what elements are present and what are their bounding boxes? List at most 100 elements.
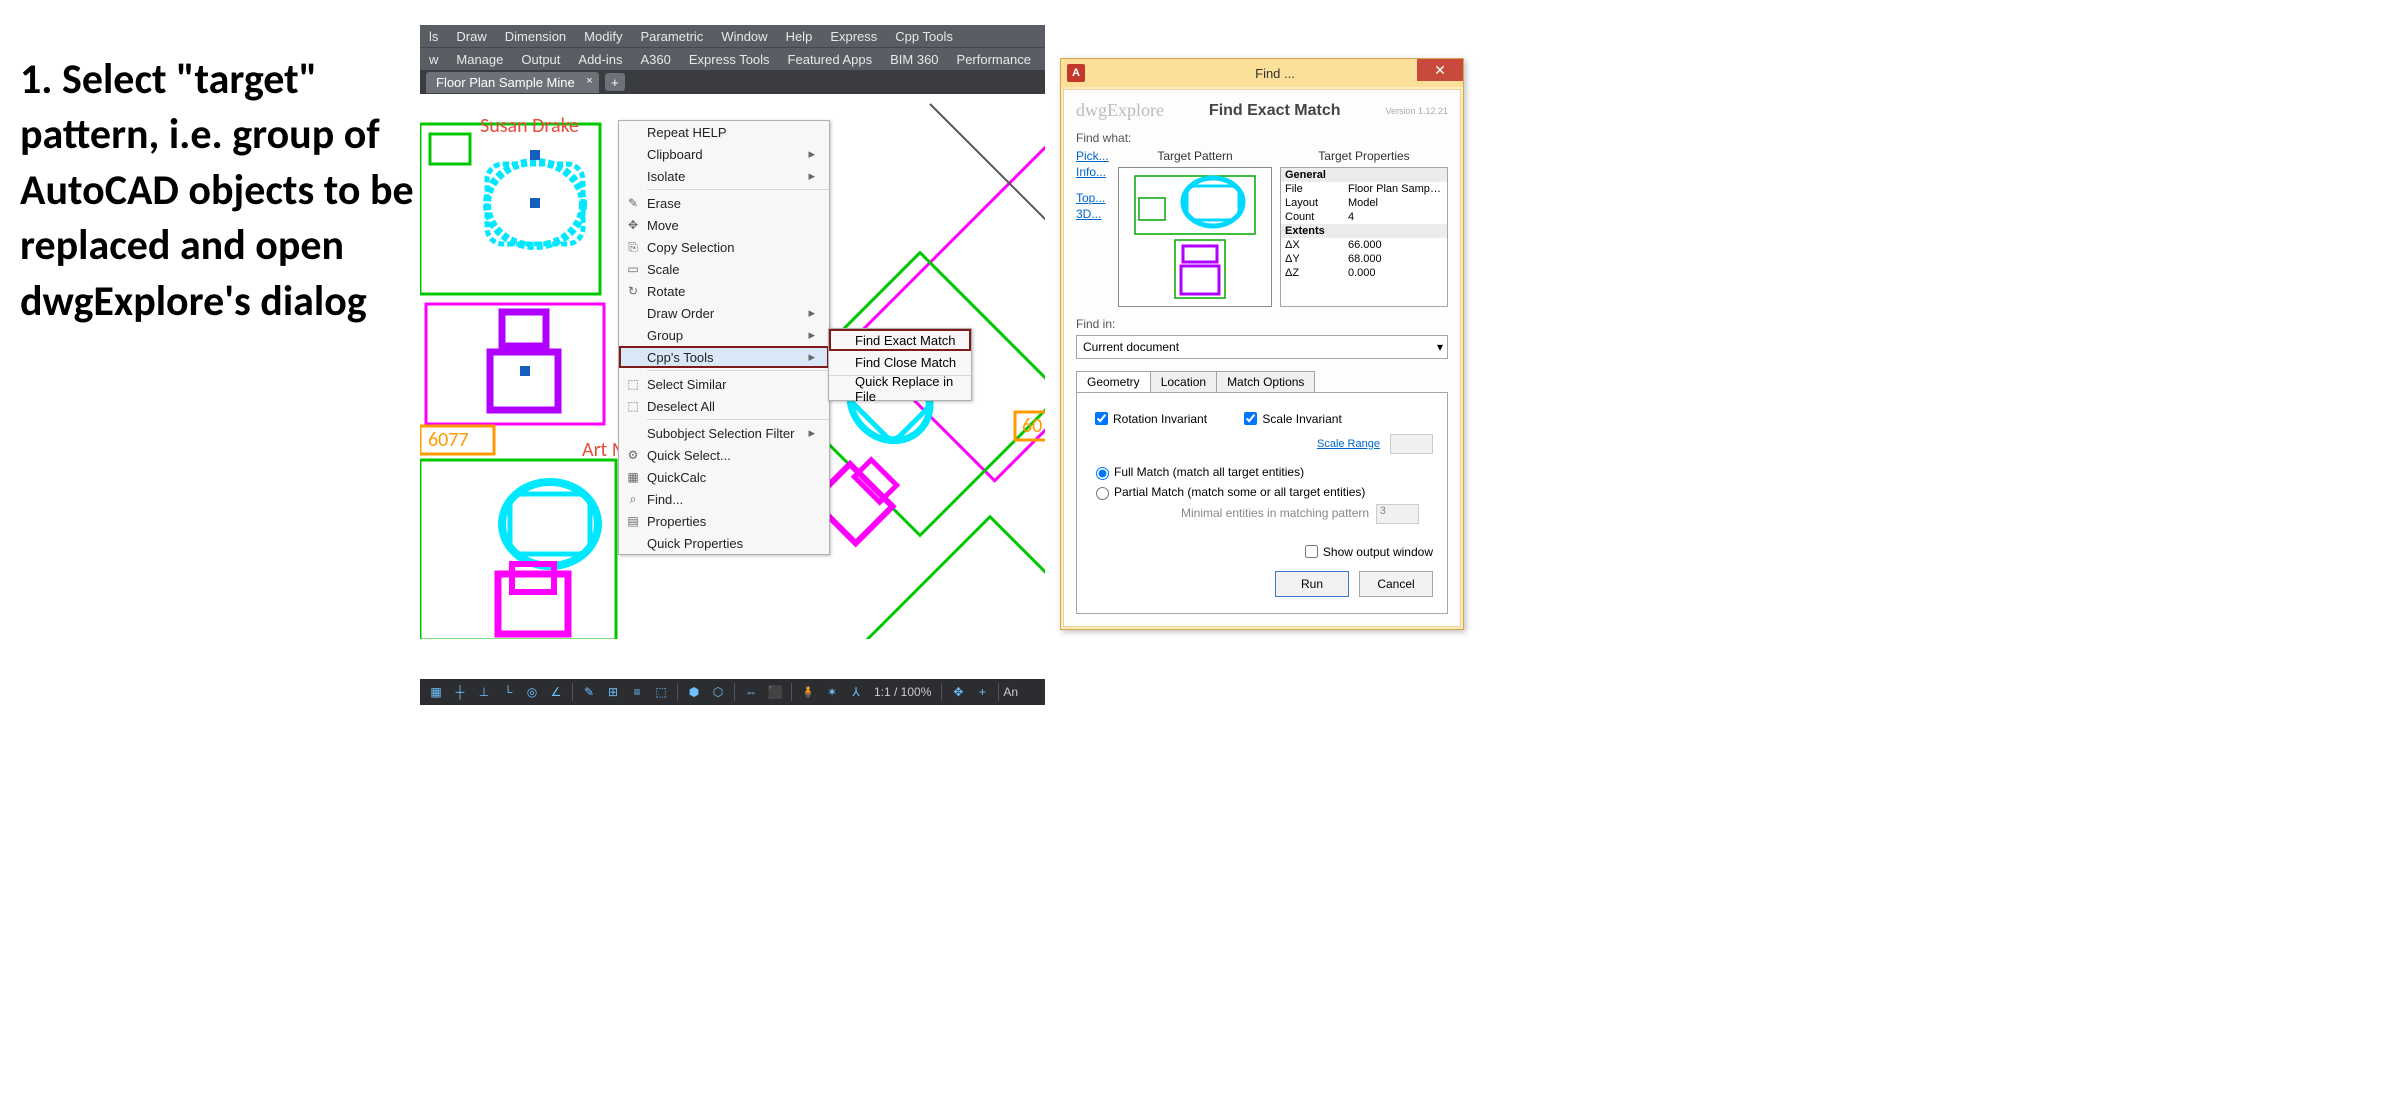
status-bar[interactable]: ▦ ┼ ⊥ └ ◎ ∠ ✎ ⊞ ≡ ⬚ ⬢ ⬡ ⇔ ⬛ 🧍 ✶ ⅄ 1:1 / … xyxy=(420,679,1045,705)
ribbon-tab[interactable]: BIM 360 xyxy=(881,52,947,67)
status-icon[interactable]: ▦ xyxy=(425,681,447,703)
ctx-isolate[interactable]: Isolate▸ xyxy=(619,165,829,187)
ctx-draw-order[interactable]: Draw Order▸ xyxy=(619,302,829,324)
close-button[interactable]: ✕ xyxy=(1417,59,1463,81)
status-icon[interactable]: ◎ xyxy=(521,681,543,703)
ctx-clipboard[interactable]: Clipboard▸ xyxy=(619,143,829,165)
checkbox[interactable] xyxy=(1305,545,1318,558)
ribbon-tab[interactable]: Add-ins xyxy=(569,52,631,67)
sub-find-close[interactable]: Find Close Match xyxy=(829,351,971,373)
ctx-repeat[interactable]: Repeat HELP xyxy=(619,121,829,143)
ctx-quickprops[interactable]: Quick Properties xyxy=(619,532,829,554)
ctx-group[interactable]: Group▸ xyxy=(619,324,829,346)
menu-item[interactable]: Parametric xyxy=(631,29,712,44)
menu-item[interactable]: Dimension xyxy=(496,29,575,44)
menu-item[interactable]: Draw xyxy=(447,29,495,44)
sub-find-exact[interactable]: Find Exact Match xyxy=(829,329,971,351)
ribbon-tab[interactable]: A360 xyxy=(631,52,679,67)
prop-key: File xyxy=(1281,182,1344,196)
ctx-find[interactable]: ⌕Find... xyxy=(619,488,829,510)
menu-item[interactable]: Express xyxy=(821,29,886,44)
status-icon[interactable]: ⬡ xyxy=(707,681,729,703)
context-submenu[interactable]: Find Exact Match Find Close Match Quick … xyxy=(828,328,972,401)
ribbon-tab[interactable]: Featured Apps xyxy=(779,52,882,67)
ctx-deselect[interactable]: ⬚Deselect All xyxy=(619,395,829,417)
close-icon[interactable]: × xyxy=(586,75,592,87)
min-entities-field[interactable]: 3 xyxy=(1376,504,1419,524)
pick-link[interactable]: Pick... xyxy=(1076,149,1110,163)
top-link[interactable]: Top... xyxy=(1076,191,1110,205)
scale-invariant-check[interactable]: Scale Invariant xyxy=(1240,409,1341,428)
status-icon[interactable]: └ xyxy=(497,681,519,703)
scale-range-field[interactable] xyxy=(1390,434,1433,454)
new-tab-button[interactable]: + xyxy=(605,73,625,91)
checkbox[interactable] xyxy=(1095,412,1108,425)
prop-section: Extents xyxy=(1281,224,1447,238)
scale-range-link[interactable]: Scale Range xyxy=(1317,438,1380,450)
status-icon[interactable]: ┼ xyxy=(449,681,471,703)
ctx-quickcalc[interactable]: ▦QuickCalc xyxy=(619,466,829,488)
tab-match-options[interactable]: Match Options xyxy=(1216,371,1315,392)
ribbon-tabs[interactable]: w Manage Output Add-ins A360 Express Too… xyxy=(420,48,1045,70)
menu-item[interactable]: ls xyxy=(420,29,447,44)
status-icon[interactable]: ✥ xyxy=(947,681,969,703)
full-match-radio[interactable]: Full Match (match all target entities) xyxy=(1091,464,1433,480)
ribbon-tab[interactable]: Performance xyxy=(948,52,1040,67)
ctx-subobject[interactable]: Subobject Selection Filter▸ xyxy=(619,422,829,444)
status-icon[interactable]: ⊞ xyxy=(602,681,624,703)
menu-item[interactable]: Window xyxy=(712,29,776,44)
menu-item[interactable]: Modify xyxy=(575,29,631,44)
find-in-combo[interactable]: Current document ▾ xyxy=(1076,335,1448,359)
ribbon-tab[interactable]: Output xyxy=(512,52,569,67)
ctx-quickselect[interactable]: ⚙Quick Select... xyxy=(619,444,829,466)
ctx-move[interactable]: ✥Move xyxy=(619,214,829,236)
status-icon[interactable]: ∠ xyxy=(545,681,567,703)
ribbon-tab[interactable]: w xyxy=(420,52,447,67)
rotation-invariant-check[interactable]: Rotation Invariant xyxy=(1091,409,1207,428)
ribbon-tab[interactable]: Cp xyxy=(1040,52,1045,67)
tab-geometry[interactable]: Geometry xyxy=(1076,371,1151,392)
partial-match-radio[interactable]: Partial Match (match some or all target … xyxy=(1091,484,1433,500)
show-output-check[interactable]: Show output window xyxy=(1301,542,1433,561)
status-icon[interactable]: 🧍 xyxy=(797,681,819,703)
menu-item[interactable]: Help xyxy=(777,29,822,44)
erase-icon: ✎ xyxy=(619,196,647,210)
ribbon-tab[interactable]: Manage xyxy=(447,52,512,67)
titlebar[interactable]: A Find ... ✕ xyxy=(1061,59,1463,87)
status-icon[interactable]: ⬚ xyxy=(650,681,672,703)
ctx-select-similar[interactable]: ⬚Select Similar xyxy=(619,373,829,395)
context-menu[interactable]: Repeat HELP Clipboard▸ Isolate▸ ✎Erase ✥… xyxy=(618,120,830,555)
status-icon[interactable]: ✶ xyxy=(821,681,843,703)
ctx-erase[interactable]: ✎Erase xyxy=(619,192,829,214)
menubar[interactable]: ls Draw Dimension Modify Parametric Wind… xyxy=(420,25,1045,48)
scale-icon: ▭ xyxy=(619,262,647,276)
ctx-copy[interactable]: ⎘Copy Selection xyxy=(619,236,829,258)
status-icon[interactable]: ⅄ xyxy=(845,681,867,703)
run-button[interactable]: Run xyxy=(1275,571,1349,597)
status-icon[interactable]: ⇔ xyxy=(740,681,762,703)
checkbox[interactable] xyxy=(1244,412,1257,425)
cancel-button[interactable]: Cancel xyxy=(1359,571,1433,597)
ctx-properties[interactable]: ▤Properties xyxy=(619,510,829,532)
status-icon[interactable]: ⊥ xyxy=(473,681,495,703)
file-tab[interactable]: Floor Plan Sample Mine × xyxy=(426,72,599,93)
tab-location[interactable]: Location xyxy=(1150,371,1217,392)
ctx-rotate[interactable]: ↻Rotate xyxy=(619,280,829,302)
ctx-cpptools[interactable]: Cpp's Tools▸ xyxy=(619,346,829,368)
ctx-scale[interactable]: ▭Scale xyxy=(619,258,829,280)
status-icon[interactable]: ✎ xyxy=(578,681,600,703)
zoom-level[interactable]: 1:1 / 100% xyxy=(874,685,931,699)
status-icon[interactable]: ⬢ xyxy=(683,681,705,703)
rotate-icon: ↻ xyxy=(619,284,647,298)
ribbon-tab[interactable]: Express Tools xyxy=(680,52,779,67)
3d-link[interactable]: 3D... xyxy=(1076,207,1110,221)
menu-item[interactable]: Cpp Tools xyxy=(886,29,962,44)
info-link[interactable]: Info... xyxy=(1076,165,1110,179)
status-icon[interactable]: + xyxy=(971,681,993,703)
sub-quick-replace[interactable]: Quick Replace in File xyxy=(829,378,971,400)
side-links: Pick... Info... Top... 3D... xyxy=(1076,149,1110,307)
radio[interactable] xyxy=(1096,487,1109,500)
status-icon[interactable]: ⬛ xyxy=(764,681,786,703)
status-icon[interactable]: ≡ xyxy=(626,681,648,703)
radio[interactable] xyxy=(1096,467,1109,480)
